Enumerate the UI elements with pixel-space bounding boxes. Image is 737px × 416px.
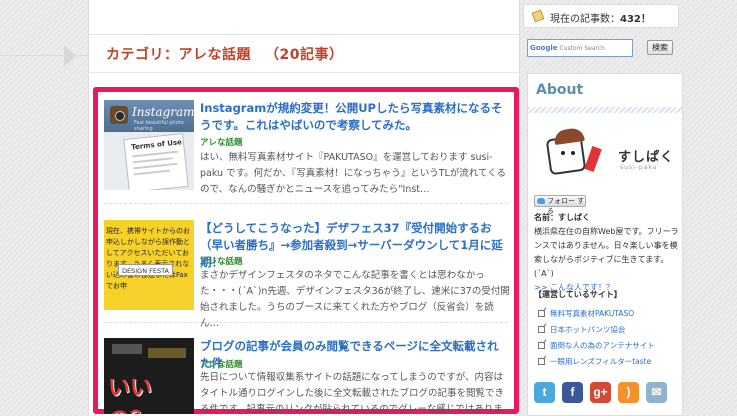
divider [89, 72, 519, 73]
text-line [133, 162, 178, 170]
twitter-icon[interactable]: t [534, 382, 555, 403]
article-tag[interactable]: アレな話題 [200, 358, 243, 370]
site-link[interactable]: 無料写真素材PAKUTASO [536, 306, 682, 322]
category-arrow-icon [64, 45, 76, 67]
avatar-eye [571, 151, 575, 155]
external-link-icon [538, 310, 545, 317]
divider [89, 34, 519, 35]
thumb-text: 現在、携帯サイトからのお申込しかしながら誤作動としてアクセスいただいております。… [106, 227, 190, 290]
count-value: 432！ [620, 14, 651, 25]
search-button[interactable]: 検索 [647, 40, 673, 55]
rss-icon[interactable]: ) [618, 382, 639, 403]
count-label: 現在の記事数： [550, 14, 620, 25]
article-title[interactable]: 【どうしてこうなった】デザフェス37『受付開始するお（早い者勝ち』→参加者殺到→… [200, 220, 510, 271]
article-count: 現在の記事数：432！ [550, 10, 651, 25]
profile-body: 横浜県在住の自称Web屋です。フリーランスではありません。日々楽しい事を模索しな… [534, 227, 679, 278]
thumb-logo: Instagram [132, 105, 194, 119]
twitter-follow-button[interactable]: フォロー する [534, 195, 586, 215]
brand-subtitle: susi-paku [620, 164, 658, 171]
article-excerpt: はい、無料写真素材サイト『PAKUTASO』を運営しております susi-pak… [200, 152, 507, 195]
thumb-block [112, 344, 142, 354]
site-link-label: 面倒な人の為のアンテナサイト [550, 341, 655, 350]
article-count-box: 現在の記事数：432！ [523, 4, 679, 28]
article-excerpt: 先日について情報収集系サイトの話題になってしまうのですが、内容はタイトル通りログ… [200, 372, 505, 415]
profile-name: 名前：すしぱく [534, 213, 590, 222]
thumb-terms: Terms of Use [130, 138, 183, 152]
article-title[interactable]: Instagramが規約変更！公開UPしたら写真素材になるそうです。これはやばい… [200, 100, 510, 134]
article-thumbnail[interactable]: Instagram Fast beautiful photo sharing T… [104, 100, 194, 190]
external-link-icon [538, 358, 545, 365]
about-title: About [536, 82, 584, 98]
site-link[interactable]: 日本ホットパンツ協会 [536, 322, 682, 338]
avatar [534, 126, 604, 183]
avatar-scarf [584, 146, 602, 172]
thumb-subtitle: Fast beautiful photo sharing [134, 120, 184, 132]
pencil-icon [531, 9, 545, 23]
category-title-text: カテゴリ：アレな話題 [106, 47, 251, 63]
site-link-label: 無料写真素材PAKUTASO [550, 309, 635, 318]
external-link-icon [538, 342, 545, 349]
about-stripe [528, 107, 682, 113]
search-placeholder: Custom Search [559, 45, 605, 52]
avatar-eye [561, 151, 565, 155]
sites-heading: 【運営しているサイト】 [534, 290, 622, 299]
googleplus-icon[interactable]: g+ [590, 382, 611, 403]
about-widget: About すしぱく susi-paku フォロー する 名前：すしぱく 横浜県… [527, 73, 683, 416]
article-tag[interactable]: アレな話題 [200, 136, 243, 148]
article-item[interactable]: 現在、携帯サイトからのお申込しかしながら誤作動としてアクセスいただいております。… [104, 220, 510, 329]
facebook-icon[interactable]: f [562, 382, 583, 403]
search-input[interactable]: Google Custom Search [527, 39, 633, 57]
article-item[interactable]: Instagram Fast beautiful photo sharing T… [104, 100, 510, 195]
site-link[interactable]: 面倒な人の為のアンテナサイト [536, 338, 682, 354]
google-logo: Google [530, 44, 558, 52]
divider [104, 322, 508, 323]
site-link-label: 日本ホットパンツ協会 [550, 325, 626, 334]
thumb-document: Terms of Use [123, 133, 189, 190]
brand-name: すしぱく [618, 150, 675, 165]
category-count: （20記事） [265, 47, 344, 63]
mail-icon[interactable]: ✉ [646, 382, 667, 403]
article-thumbnail[interactable]: 現在、携帯サイトからのお申込しかしながら誤作動としてアクセスいただいております。… [104, 220, 194, 310]
thumb-block [148, 348, 186, 358]
profile-text: 名前：すしぱく 横浜県在住の自称Web屋です。フリーランスではありません。日々楽… [534, 211, 680, 295]
article-thumbnail[interactable]: いいの？ [104, 338, 194, 414]
site-link[interactable]: 一眼用レンズフィルターtaste [536, 354, 682, 370]
text-line [133, 169, 170, 176]
twitter-bird-icon [537, 198, 545, 204]
camera-icon [110, 106, 128, 124]
external-link-icon [538, 326, 545, 333]
text-line [132, 157, 173, 164]
divider [104, 203, 508, 204]
thumb-badge: DESIGN FESTA [118, 264, 174, 276]
thumb-headline: いいの？ [108, 376, 153, 414]
article-item[interactable]: いいの？ ブログの記事が会員のみ閲覧できるページに全文転載された件 アレな話題 … [104, 338, 510, 415]
site-link-label: 一眼用レンズフィルターtaste [550, 357, 652, 366]
category-title: カテゴリ：アレな話題 （20記事） [106, 44, 343, 64]
article-title[interactable]: ブログの記事が会員のみ閲覧できるページに全文転載された件 [200, 338, 510, 372]
article-tag[interactable]: アレな話題 [200, 255, 243, 267]
site-list: 無料写真素材PAKUTASO 日本ホットパンツ協会 面倒な人の為のアンテナサイト… [536, 306, 682, 370]
